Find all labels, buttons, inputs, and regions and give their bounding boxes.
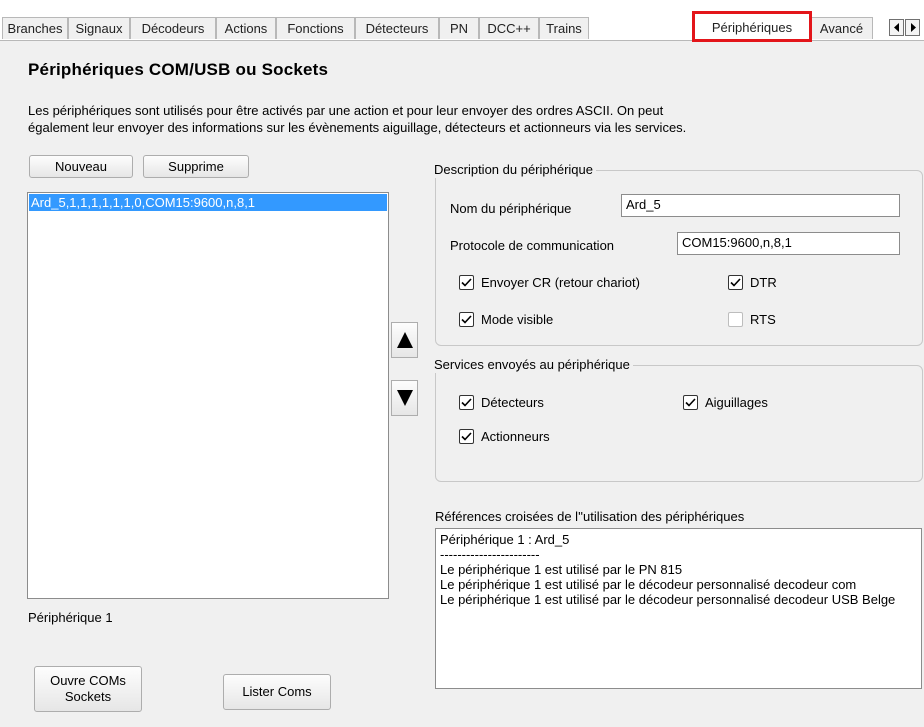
send-cr-checkbox[interactable]: Envoyer CR (retour chariot)	[459, 275, 640, 290]
triangle-right-icon	[910, 23, 916, 32]
description-line-2: également leur envoyer des informations …	[28, 120, 687, 135]
checkbox-checked-icon	[459, 275, 474, 290]
tab-fonctions[interactable]: Fonctions	[276, 17, 355, 39]
tab-avance[interactable]: Avancé	[810, 17, 873, 39]
checkbox-unchecked-icon	[728, 312, 743, 327]
switches-checkbox[interactable]: Aiguillages	[683, 395, 768, 410]
rts-checkbox[interactable]: RTS	[728, 312, 776, 327]
triangle-left-icon	[893, 23, 899, 32]
cross-ref-line: -----------------------	[440, 547, 540, 562]
tab-peripheriques[interactable]: Périphériques	[692, 11, 812, 42]
tab-scroll-right-button[interactable]	[905, 19, 920, 36]
device-name-label: Nom du périphérique	[450, 201, 572, 216]
delete-button[interactable]: Supprime	[143, 155, 249, 178]
open-coms-label-2: Sockets	[64, 689, 112, 704]
visible-mode-checkbox[interactable]: Mode visible	[459, 312, 553, 327]
description-line-1: Les périphériques sont utilisés pour êtr…	[28, 103, 664, 118]
checkbox-checked-icon	[459, 395, 474, 410]
cross-ref-line: Périphérique 1 : Ard_5	[440, 532, 570, 547]
page-description: Les périphériques sont utilisés pour êtr…	[28, 102, 828, 136]
new-button[interactable]: Nouveau	[29, 155, 133, 178]
tab-dccpp[interactable]: DCC++	[479, 17, 539, 39]
tab-detecteurs[interactable]: Détecteurs	[355, 17, 439, 39]
tab-actions[interactable]: Actions	[216, 17, 276, 39]
device-listbox[interactable]: Ard_5,1,1,1,1,1,1,0,COM15:9600,n,8,1	[27, 192, 389, 599]
page-title: Périphériques COM/USB ou Sockets	[28, 60, 329, 79]
cross-ref-line: Le périphérique 1 est utilisé par le déc…	[440, 592, 896, 607]
detectors-checkbox[interactable]: Détecteurs	[459, 395, 544, 410]
protocol-label: Protocole de communication	[450, 238, 615, 253]
move-down-button[interactable]	[391, 380, 418, 416]
tab-trains[interactable]: Trains	[539, 17, 589, 39]
cross-ref-title: Références croisées de l''utilisation de…	[435, 509, 745, 524]
checkbox-checked-icon	[728, 275, 743, 290]
protocol-input[interactable]: COM15:9600,n,8,1	[677, 232, 900, 255]
send-cr-label: Envoyer CR (retour chariot)	[481, 275, 640, 290]
open-coms-label-1: Ouvre COMs	[50, 673, 126, 688]
checkbox-checked-icon	[683, 395, 698, 410]
dtr-label: DTR	[750, 275, 777, 290]
visible-mode-label: Mode visible	[481, 312, 554, 327]
rts-label: RTS	[750, 312, 776, 327]
list-coms-button[interactable]: Lister Coms	[223, 674, 331, 710]
move-up-button[interactable]	[391, 322, 418, 358]
checkbox-checked-icon	[459, 312, 474, 327]
status-label: Périphérique 1	[28, 610, 113, 625]
tab-branches[interactable]: Branches	[2, 17, 68, 39]
triangle-down-icon	[396, 390, 413, 406]
cross-ref-line: Le périphérique 1 est utilisé par le déc…	[440, 577, 857, 592]
actuators-checkbox[interactable]: Actionneurs	[459, 429, 550, 444]
tab-strip: Branches Signaux Décodeurs Actions Fonct…	[0, 0, 924, 42]
services-group	[435, 365, 923, 482]
dtr-checkbox[interactable]: DTR	[728, 275, 777, 290]
cross-ref-memo[interactable]: Périphérique 1 : Ard_5 -----------------…	[435, 528, 922, 689]
tab-decodeurs[interactable]: Décodeurs	[130, 17, 216, 39]
services-group-title: Services envoyés au périphérique	[431, 357, 633, 373]
tab-scroll-left-button[interactable]	[889, 19, 904, 36]
triangle-up-icon	[396, 332, 413, 348]
open-coms-button[interactable]: Ouvre COMs Sockets	[34, 666, 142, 712]
switches-label: Aiguillages	[705, 395, 768, 410]
list-item-selected[interactable]: Ard_5,1,1,1,1,1,1,0,COM15:9600,n,8,1	[29, 194, 387, 211]
tab-pn[interactable]: PN	[439, 17, 479, 39]
detectors-label: Détecteurs	[481, 395, 544, 410]
checkbox-checked-icon	[459, 429, 474, 444]
tab-signaux[interactable]: Signaux	[68, 17, 130, 39]
actuators-label: Actionneurs	[481, 429, 550, 444]
cross-ref-line: Le périphérique 1 est utilisé par le PN …	[440, 562, 683, 577]
device-name-input[interactable]: Ard_5	[621, 194, 900, 217]
description-group-title: Description du périphérique	[431, 162, 596, 178]
